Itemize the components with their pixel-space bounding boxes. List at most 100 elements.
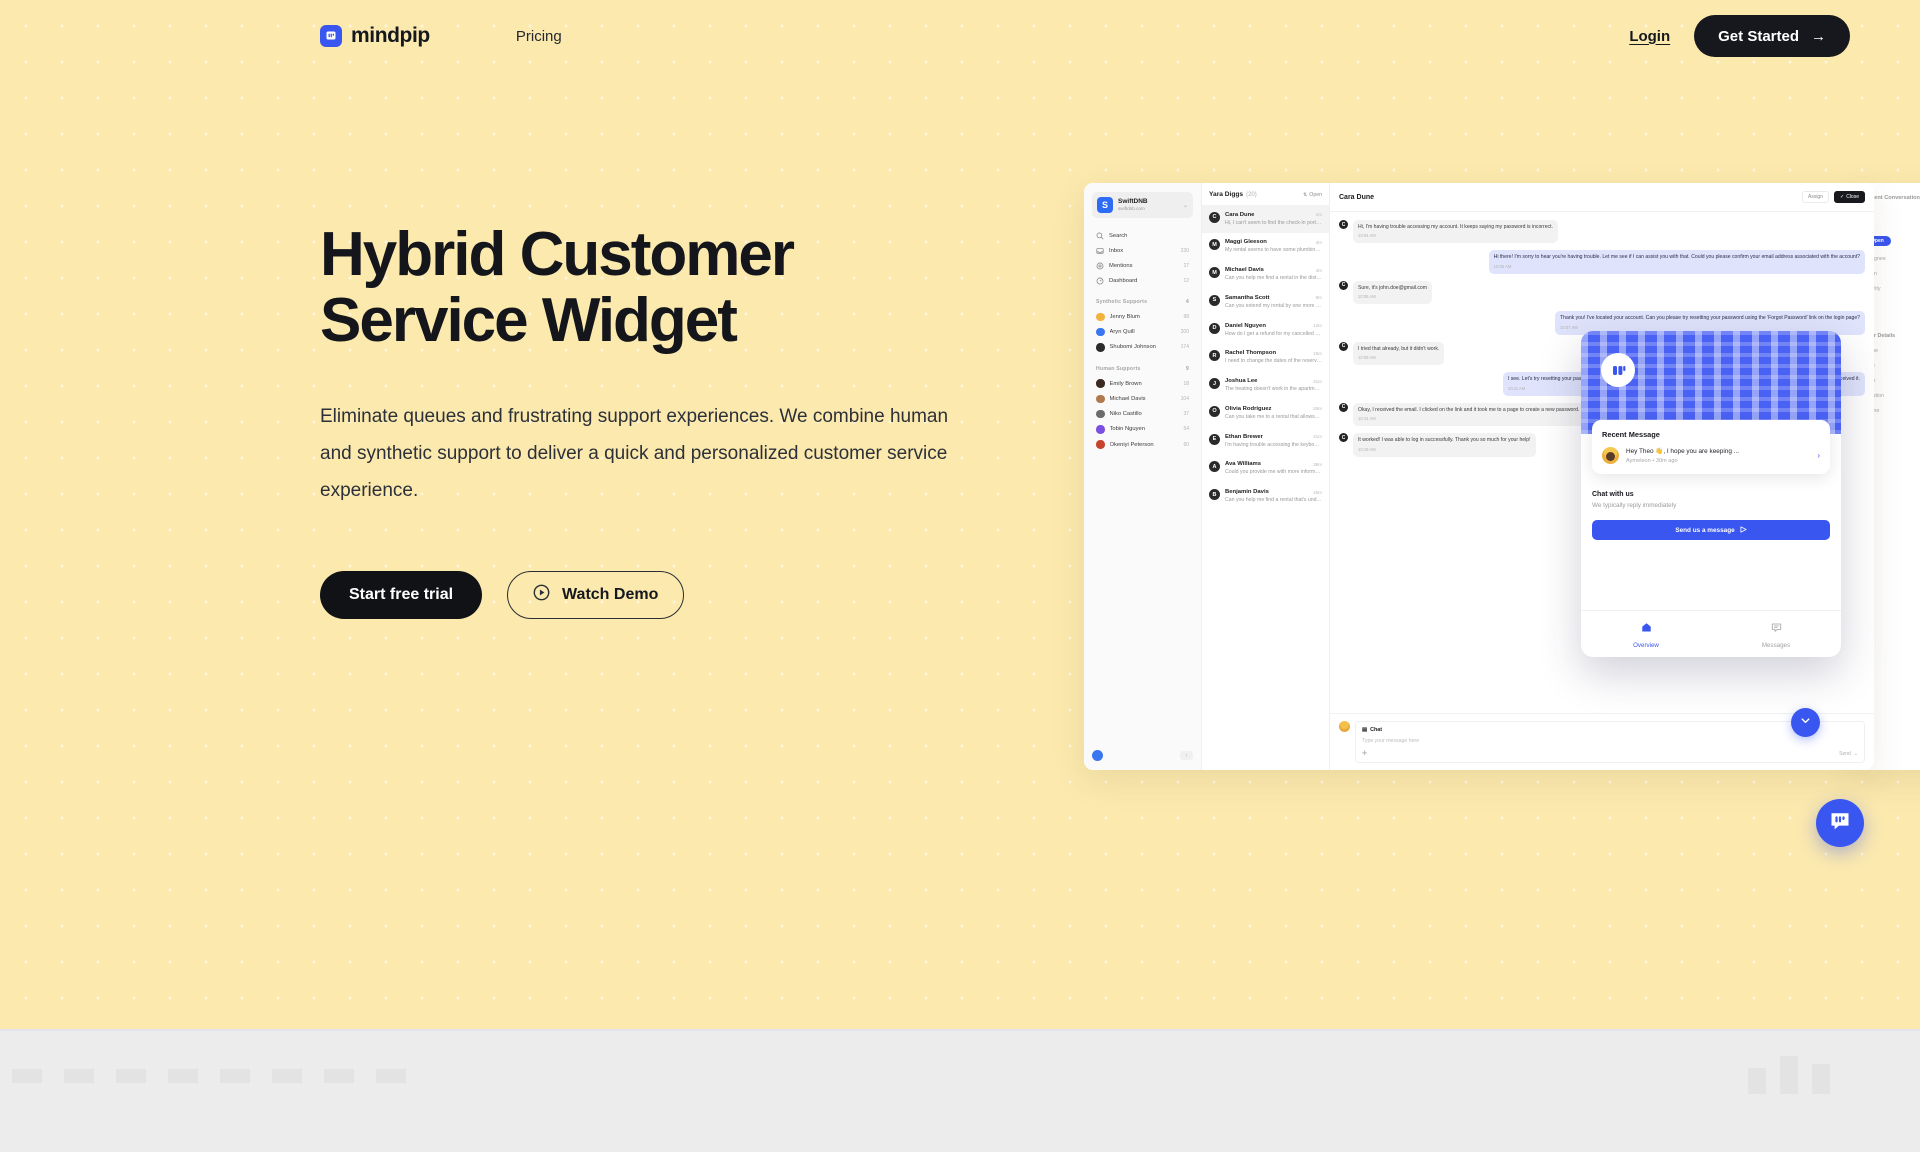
- collapse-sidebar-button[interactable]: ‹: [1180, 751, 1193, 760]
- list-item[interactable]: D Daniel Nguyen 12m How do I get a refun…: [1202, 316, 1329, 344]
- composer-box[interactable]: ▤ Chat Type your message here ✚ Send ⌄: [1355, 721, 1865, 763]
- watch-demo-button[interactable]: Watch Demo: [507, 570, 685, 619]
- conversation-preview: Can you help me find a rental in the dis…: [1225, 275, 1322, 281]
- chat-with-us-header: Chat with us: [1592, 491, 1634, 498]
- conversation-time: 31m: [1313, 434, 1322, 439]
- message-icon: [1771, 620, 1782, 638]
- composer-toolbar: ✚ Send ⌄: [1362, 750, 1858, 758]
- avatar: C: [1339, 280, 1348, 290]
- recent-message-row[interactable]: Hey Theo 👋, I hope you are keeping ... A…: [1602, 447, 1820, 464]
- conversation-name: Ava Williams: [1225, 461, 1262, 468]
- send-us-a-message-label: Send us a message: [1675, 526, 1735, 534]
- conversation-name: Michael Davis: [1225, 267, 1264, 273]
- sidebar-item-agent[interactable]: Aryn Quill 200: [1092, 324, 1193, 339]
- list-item[interactable]: R Rachel Thompson 15m I need to change t…: [1202, 344, 1329, 372]
- avatar: [1096, 425, 1105, 434]
- sidebar-count: 174: [1180, 344, 1189, 351]
- message-out: Hi there! I'm sorry to hear you're havin…: [1488, 250, 1865, 274]
- conversation-preview: My rental seems to have some plumbing is…: [1225, 247, 1322, 254]
- send-label: Send: [1839, 750, 1851, 757]
- list-item[interactable]: S Samantha Scott 8m Can you extend my re…: [1202, 288, 1329, 316]
- widget-body: Recent Message Hey Theo 👋, I hope you ar…: [1581, 420, 1841, 610]
- sidebar-item-agent[interactable]: Niko Castillo 37: [1092, 407, 1193, 422]
- sidebar-item-agent[interactable]: Tobin Nguyen 54: [1092, 422, 1193, 437]
- attachment-icon[interactable]: ✚: [1362, 750, 1367, 757]
- message-time: 10:14 AM: [1358, 416, 1376, 422]
- sidebar-item-search[interactable]: Search: [1092, 229, 1193, 244]
- conversation-name: Rachel Thompson: [1225, 350, 1277, 357]
- login-link[interactable]: Login: [1629, 28, 1670, 45]
- conversation-name: Cara Dune: [1225, 211, 1255, 218]
- assign-button[interactable]: Assign: [1801, 191, 1829, 203]
- list-item[interactable]: E Ethan Brewer 31m I'm having trouble ac…: [1202, 427, 1329, 455]
- recent-message-card[interactable]: Recent Message Hey Theo 👋, I hope you ar…: [1592, 420, 1830, 474]
- scroll-to-bottom-button[interactable]: [1791, 708, 1820, 737]
- sidebar-item-agent[interactable]: Shubomi Johnson 174: [1092, 340, 1193, 355]
- tab-messages[interactable]: Messages: [1711, 611, 1841, 657]
- avatar: [1096, 312, 1105, 322]
- sidebar-label: Dashboard: [1109, 277, 1138, 284]
- hero-subcopy: Eliminate queues and frustrating support…: [320, 405, 949, 501]
- conversation-preview: Can you take me to a rental that allows.…: [1225, 413, 1320, 420]
- conversation-time: 38m: [1313, 461, 1322, 467]
- chat-header: Cara Dune Assign ✓ Close: [1330, 183, 1874, 212]
- sidebar-item-agent[interactable]: Emily Brown 18: [1092, 376, 1193, 391]
- sidebar-count: 60: [1183, 441, 1189, 448]
- sidebar-group-title: Human Supports: [1096, 365, 1141, 372]
- chat-widget-launcher-button[interactable]: [1816, 799, 1864, 847]
- sidebar-item-agent[interactable]: Okeniyi Peterson 60: [1092, 437, 1193, 452]
- send-button[interactable]: Send ⌄: [1839, 751, 1858, 757]
- sidebar-item-dashboard[interactable]: Dashboard 12: [1092, 273, 1193, 288]
- sidebar-label: Tobin Nguyen: [1109, 426, 1145, 433]
- send-us-a-message-button[interactable]: Send us a message: [1592, 520, 1830, 540]
- conversation-name: Ethan Brewer: [1225, 433, 1263, 440]
- filter-icon: ⇅: [1302, 191, 1308, 198]
- brand-logo[interactable]: mindpip: [320, 24, 430, 48]
- avatar: S: [1209, 294, 1220, 306]
- close-conversation-button[interactable]: ✓ Close: [1834, 191, 1865, 203]
- message-bubble: It worked! I was able to log in successf…: [1353, 433, 1536, 457]
- avatar: B: [1209, 489, 1220, 500]
- chevron-down-icon: [1799, 714, 1812, 732]
- footer-placeholder-row: [12, 1069, 406, 1083]
- list-item[interactable]: O Olivia Rodriguez 26m Can you take me t…: [1202, 399, 1329, 427]
- avatar: E: [1209, 433, 1220, 445]
- tab-overview[interactable]: Overview: [1581, 611, 1711, 657]
- conversation-filter[interactable]: ⇅ Open: [1303, 192, 1322, 198]
- list-item[interactable]: C Cara Dune 1m Hi, I can't seem to find …: [1202, 205, 1329, 233]
- list-item[interactable]: M Maggi Gleeson 4m My rental seems to ha…: [1202, 233, 1329, 261]
- sidebar-item-inbox[interactable]: Inbox 230: [1092, 244, 1193, 259]
- product-screenshot-mockup: Recent Conversations Open Assignee Yara …: [1084, 183, 1920, 770]
- avatar: [1096, 379, 1105, 388]
- sidebar-item-agent[interactable]: Michael Davis 104: [1092, 391, 1193, 406]
- chevron-right-icon: ›: [1817, 451, 1820, 460]
- sidebar-item-mentions[interactable]: Mentions 27: [1092, 259, 1193, 274]
- sidebar-group-header: Human Supports 9: [1092, 366, 1193, 376]
- get-started-button[interactable]: Get Started →: [1694, 15, 1850, 57]
- workspace-switcher[interactable]: S SwiftDNB swiftdnb.com ⌄: [1092, 192, 1193, 218]
- start-free-trial-button[interactable]: Start free trial: [320, 570, 483, 619]
- sidebar-group-title: Synthetic Supports: [1096, 299, 1148, 306]
- conversation-preview: How do I get a refund for my cancelled r…: [1225, 330, 1322, 337]
- list-item[interactable]: J Joshua Lee 21m The heating doesn't wor…: [1202, 372, 1329, 400]
- nav-link-pricing[interactable]: Pricing: [516, 28, 562, 45]
- sidebar-footer: ‹: [1092, 750, 1193, 761]
- composer-tab-chat[interactable]: ▤ Chat: [1362, 727, 1858, 733]
- avatar: [1096, 409, 1105, 419]
- sidebar-label: Shubomi Johnson: [1109, 344, 1156, 351]
- message-text: Sure, it's john.doe@gmail.com: [1358, 284, 1427, 291]
- hero-copy: Hybrid Customer Service Widget Eliminate…: [320, 221, 1020, 619]
- message-time: 10:19 AM: [1358, 446, 1376, 452]
- sidebar-item-agent[interactable]: Jenny Blum 98: [1092, 309, 1193, 324]
- list-item[interactable]: B Benjamin Davis 45m Can you help me fin…: [1202, 483, 1329, 511]
- list-item[interactable]: M Michael Davis 4m Can you help me find …: [1202, 261, 1329, 289]
- hero-cta-row: Start free trial Watch Demo: [320, 570, 1020, 619]
- avatar: [1096, 327, 1105, 337]
- message-time: 10:07 AM: [1560, 324, 1578, 330]
- conversation-preview: Can you extend my rental by one more nig…: [1225, 302, 1322, 309]
- avatar: O: [1209, 405, 1220, 417]
- avatar[interactable]: [1092, 750, 1103, 761]
- sidebar-group-count: 9: [1185, 365, 1189, 372]
- sidebar-count: 104: [1180, 395, 1189, 402]
- list-item[interactable]: A Ava Williams 38m Could you provide me …: [1202, 455, 1329, 483]
